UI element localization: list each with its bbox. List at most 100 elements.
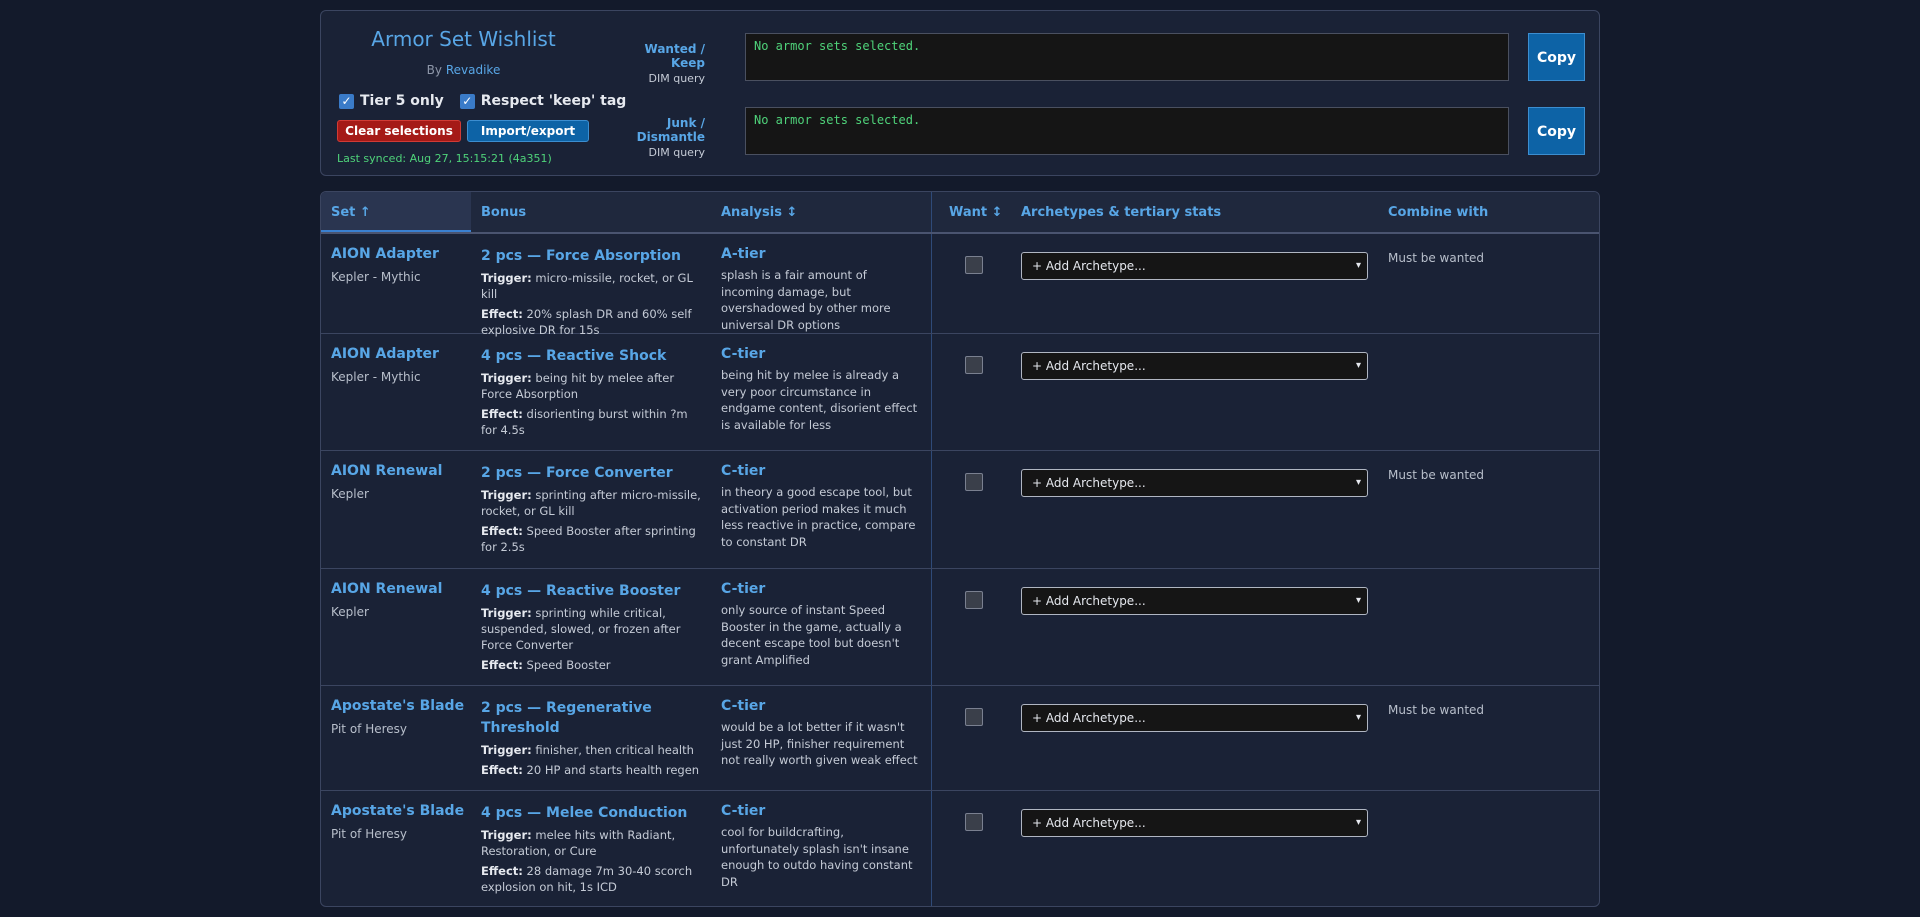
header-separator: [931, 192, 932, 232]
trigger-label: Trigger:: [481, 743, 532, 757]
effect-text: Speed Booster: [526, 658, 611, 672]
last-synced: Last synced: Aug 27, 15:15:21 (4a351): [337, 152, 552, 165]
row-separator: [931, 686, 932, 790]
analysis-cell: C-tier in theory a good escape tool, but…: [721, 463, 921, 550]
bonus-title: 2 pcs — Force Converter: [481, 465, 673, 481]
archetype-select-label: + Add Archetype...: [1032, 359, 1146, 373]
effect-line: Effect: 20 HP and starts health regen: [481, 762, 706, 778]
archetype-select-label: + Add Archetype...: [1032, 594, 1146, 608]
set-source: Kepler - Mythic: [331, 370, 421, 384]
effect-line: Effect: Speed Booster after sprinting fo…: [481, 523, 706, 555]
bonus-cell: 2 pcs — Force Converter Trigger: sprinti…: [481, 463, 706, 555]
chevron-down-icon: ▾: [1355, 260, 1361, 271]
effect-label: Effect:: [481, 307, 523, 321]
archetype-select[interactable]: + Add Archetype... ▾: [1021, 809, 1368, 837]
col-want[interactable]: Want ↕: [949, 192, 1003, 234]
want-checkbox[interactable]: [965, 473, 983, 491]
archetype-select[interactable]: + Add Archetype... ▾: [1021, 252, 1368, 280]
col-combine: Combine with: [1388, 205, 1489, 220]
archetype-select-label: + Add Archetype...: [1032, 476, 1146, 490]
analysis-text: being hit by melee is already a very poo…: [721, 368, 918, 432]
trigger-label: Trigger:: [481, 606, 532, 620]
effect-label: Effect:: [481, 763, 523, 777]
copy-junk-button[interactable]: Copy: [1528, 107, 1585, 155]
chevron-down-icon: ▾: [1355, 477, 1361, 488]
wanted-query-box[interactable]: No armor sets selected.: [745, 33, 1509, 81]
trigger-text: finisher, then critical health: [535, 743, 694, 757]
analysis-cell: C-tier would be a lot better if it wasn'…: [721, 698, 921, 769]
trigger-line: Trigger: being hit by melee after Force …: [481, 370, 706, 402]
tier-label: C-tier: [721, 346, 766, 362]
tier5-checkbox[interactable]: ✓: [339, 93, 354, 109]
bonus-title: 4 pcs — Reactive Shock: [481, 348, 667, 364]
junk-query-label: Junk / Dismantle DIM query: [611, 116, 705, 159]
trigger-line: Trigger: finisher, then critical health: [481, 742, 706, 758]
bonus-cell: 4 pcs — Reactive Shock Trigger: being hi…: [481, 346, 706, 438]
junk-sub: DIM query: [648, 146, 705, 159]
set-source: Kepler: [331, 605, 369, 619]
table-row: AION Adapter Kepler - Mythic 4 pcs — Rea…: [321, 334, 1599, 451]
want-checkbox[interactable]: [965, 256, 983, 274]
row-separator: [931, 234, 932, 333]
effect-line: Effect: Speed Booster: [481, 657, 706, 673]
archetype-select[interactable]: + Add Archetype... ▾: [1021, 469, 1368, 497]
junk-label: Junk / Dismantle: [636, 116, 705, 144]
wanted-label: Wanted / Keep: [644, 42, 705, 70]
set-cell: Apostate's Blade Pit of Heresy: [331, 803, 471, 841]
filter-checks: ✓ Tier 5 only ✓ Respect 'keep' tag: [339, 93, 636, 109]
tier-label: C-tier: [721, 698, 766, 714]
tier-label: A-tier: [721, 246, 766, 262]
archetype-select[interactable]: + Add Archetype... ▾: [1021, 704, 1368, 732]
want-checkbox[interactable]: [965, 708, 983, 726]
wanted-query-label: Wanted / Keep DIM query: [611, 42, 705, 85]
want-checkbox[interactable]: [965, 591, 983, 609]
author-link[interactable]: Revadike: [446, 63, 501, 77]
tier-label: C-tier: [721, 581, 766, 597]
archetype-select-label: + Add Archetype...: [1032, 816, 1146, 830]
row-separator: [931, 569, 932, 685]
chevron-down-icon: ▾: [1355, 817, 1361, 828]
copy-wanted-button[interactable]: Copy: [1528, 33, 1585, 81]
col-analysis[interactable]: Analysis ↕: [721, 192, 797, 234]
import-export-button[interactable]: Import/export: [467, 120, 589, 142]
archetype-select-label: + Add Archetype...: [1032, 259, 1146, 273]
bonus-cell: 4 pcs — Reactive Booster Trigger: sprint…: [481, 581, 706, 673]
want-checkbox[interactable]: [965, 813, 983, 831]
col-set[interactable]: Set ↑: [331, 192, 371, 234]
trigger-label: Trigger:: [481, 488, 532, 502]
effect-line: Effect: disorienting burst within ?m for…: [481, 406, 706, 438]
archetype-select[interactable]: + Add Archetype... ▾: [1021, 352, 1368, 380]
analysis-cell: A-tier splash is a fair amount of incomi…: [721, 246, 921, 333]
clear-selections-button[interactable]: Clear selections: [337, 120, 461, 142]
bonus-title: 4 pcs — Melee Conduction: [481, 805, 688, 821]
set-source: Pit of Heresy: [331, 722, 408, 736]
set-name: AION Renewal: [331, 463, 443, 479]
effect-label: Effect:: [481, 864, 523, 878]
bonus-cell: 2 pcs — Force Absorption Trigger: micro-…: [481, 246, 706, 338]
junk-query-box[interactable]: No armor sets selected.: [745, 107, 1509, 155]
archetype-select-label: + Add Archetype...: [1032, 711, 1146, 725]
col-bonus: Bonus: [481, 205, 527, 220]
armor-table: Set ↑ Bonus Analysis ↕ Want ↕ Archetypes…: [320, 191, 1600, 907]
bonus-title: 4 pcs — Reactive Booster: [481, 583, 681, 599]
set-cell: AION Renewal Kepler: [331, 463, 471, 501]
analysis-text: in theory a good escape tool, but activa…: [721, 485, 916, 549]
tier-label: C-tier: [721, 803, 766, 819]
combine-text: Must be wanted: [1388, 251, 1485, 265]
set-cell: AION Adapter Kepler - Mythic: [331, 346, 471, 384]
trigger-label: Trigger:: [481, 371, 532, 385]
byline: By Revadike: [321, 63, 606, 77]
chevron-down-icon: ▾: [1355, 712, 1361, 723]
archetype-select[interactable]: + Add Archetype... ▾: [1021, 587, 1368, 615]
row-separator: [931, 334, 932, 450]
tier5-label: Tier 5 only: [360, 93, 444, 109]
set-name: Apostate's Blade: [331, 698, 465, 714]
header-panel: Armor Set Wishlist By Revadike ✓ Tier 5 …: [320, 10, 1600, 176]
row-separator: [931, 791, 932, 906]
analysis-text: splash is a fair amount of incoming dama…: [721, 268, 891, 332]
set-name: Apostate's Blade: [331, 803, 465, 819]
keep-tag-checkbox[interactable]: ✓: [459, 93, 475, 109]
want-checkbox[interactable]: [965, 356, 983, 374]
set-source: Kepler: [331, 487, 369, 501]
table-row: Apostate's Blade Pit of Heresy 4 pcs — M…: [321, 791, 1599, 906]
